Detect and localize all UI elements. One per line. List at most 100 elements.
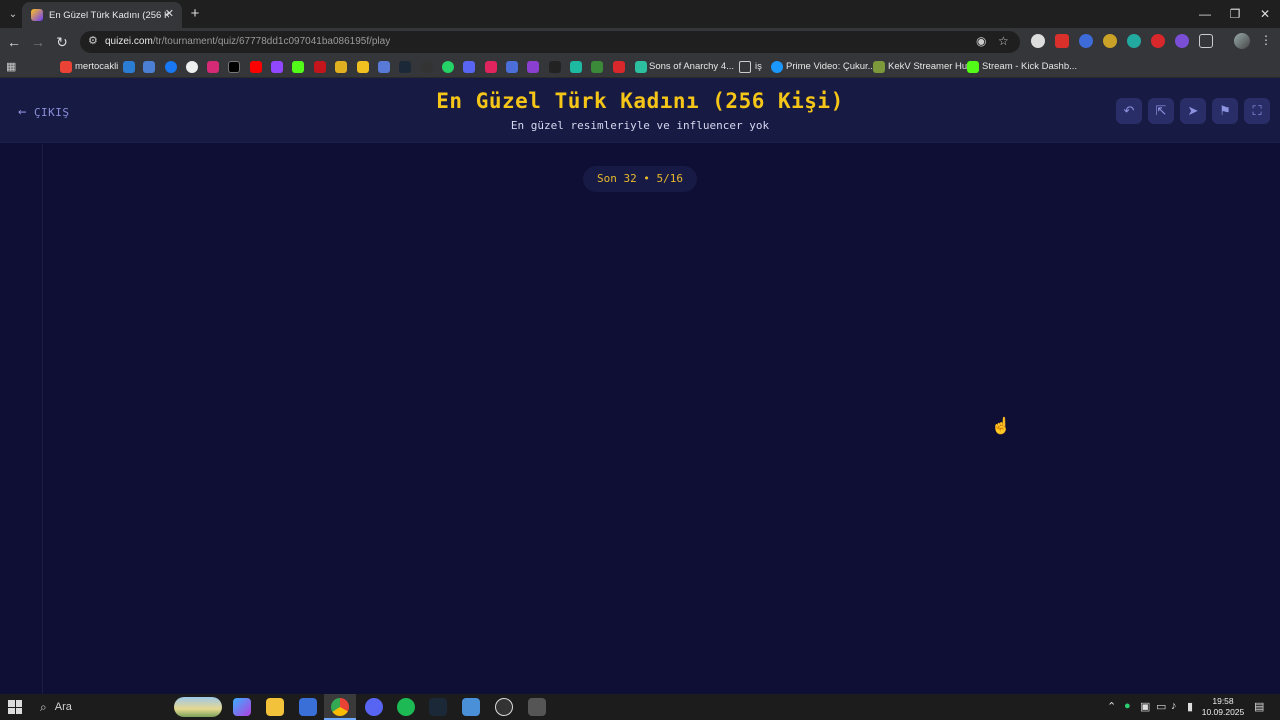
kick-bookmark-icon[interactable] [967,61,979,73]
windows-start-icon[interactable] [8,700,22,714]
mouse-cursor-icon: ☝ [991,418,1011,435]
profile-avatar[interactable] [1234,33,1250,49]
browser-tab[interactable]: En Güzel Türk Kadını (256 Kişi) ✕ [22,2,182,28]
google-bookmark-icon[interactable] [186,61,198,73]
bookmark-icon[interactable] [591,61,603,73]
youtube-bookmark-icon[interactable] [250,61,262,73]
bookmark-icon[interactable] [527,61,539,73]
forward-icon[interactable]: → [28,32,48,52]
app-icon[interactable] [495,698,513,716]
extension-icon[interactable] [1175,34,1189,48]
extension-icon[interactable] [1079,34,1093,48]
extension-icon[interactable] [1103,34,1117,48]
bookmark-kekv[interactable]: KekV Streamer Hub [888,61,972,72]
tab-search-chevron-icon[interactable]: ⌄ [4,5,22,23]
clock-time: 19:58 [1212,696,1234,706]
browser-tab-bar: ⌄ En Güzel Türk Kadını (256 Kişi) ✕ + — … [0,0,1280,28]
bookmark-icon[interactable] [549,61,561,73]
search-label: Ara [54,701,72,713]
calculator-icon[interactable] [299,698,317,716]
restore-icon[interactable]: ❐ [1220,4,1250,24]
tray-status-icon[interactable]: ● [1124,700,1131,712]
discord-icon[interactable] [365,698,383,716]
tray-app-icon[interactable]: ▣ [1140,700,1150,713]
quiz-subtitle: En güzel resimleriyle ve influencer yok [510,119,770,132]
bookmark-icon[interactable] [570,61,582,73]
quiz-title: En Güzel Türk Kadını (256 Kişi) [436,89,844,113]
window-close-icon[interactable]: ✕ [1250,4,1280,24]
adblock-extension-icon[interactable] [1055,34,1069,48]
extension-icon[interactable] [1031,34,1045,48]
app-icon[interactable] [462,698,480,716]
quiz-header: ← ÇIKIŞ En Güzel Türk Kadını (256 Kişi) … [0,78,1280,143]
bookmark-prime-video[interactable]: Prime Video: Çukur... [786,61,876,72]
quizei-favicon-icon [31,9,43,21]
twitch-bookmark-icon[interactable] [271,61,283,73]
spotify-icon[interactable] [397,698,415,716]
microphone-icon[interactable]: ▮ [1187,700,1193,713]
steam-bookmark-icon[interactable] [399,61,411,73]
chrome-taskbar-active[interactable] [324,694,356,720]
extensions-puzzle-icon[interactable] [1199,34,1213,48]
file-explorer-icon[interactable] [266,698,284,716]
tab-title: En Güzel Türk Kadını (256 Kişi) [49,9,169,21]
instagram-bookmark-icon[interactable] [207,61,219,73]
reload-icon[interactable]: ↻ [52,32,72,52]
bookmark-star-icon[interactable]: ☆ [998,34,1009,48]
kekv-bookmark-icon[interactable] [873,61,885,73]
bookmark-icon[interactable] [613,61,625,73]
outlook-bookmark-icon[interactable] [123,61,135,73]
bookmark-icon[interactable] [506,61,518,73]
bookmark-mertocakli[interactable]: mertocakli [75,61,118,72]
tray-chevron-icon[interactable]: ⌃ [1107,700,1116,713]
notifications-icon[interactable]: ▤ [1254,700,1264,713]
bookmark-icon[interactable] [314,61,326,73]
folder-icon[interactable] [739,61,751,73]
network-icon[interactable]: ▭ [1156,700,1166,713]
windows-taskbar: ⌕ Ara ⌃ ● ▣ ▭ ♪ ▮ 19:58 10.09.2025 ▤ [0,694,1280,720]
address-bar[interactable]: ⚙ quizei.com/tr/tournament/quiz/67778dd1… [80,31,1020,53]
bookmark-icon[interactable] [378,61,390,73]
copilot-app-icon[interactable] [233,698,251,716]
steam-icon[interactable] [429,698,447,716]
new-tab-icon[interactable]: + [186,5,204,23]
share-button[interactable]: ⇱ [1148,98,1174,124]
bookmark-icon[interactable] [463,61,475,73]
bookmark-icon[interactable] [635,61,647,73]
gmail-bookmark-icon[interactable] [60,61,72,73]
bookmark-icon[interactable] [143,61,155,73]
close-tab-icon[interactable]: ✕ [165,7,174,20]
undo-button[interactable]: ↶ [1116,98,1142,124]
taskbar-clock[interactable]: 19:58 10.09.2025 [1200,696,1246,718]
back-icon[interactable]: ← [4,32,24,52]
kick-bookmark-icon[interactable] [292,61,304,73]
bookmark-icon[interactable] [485,61,497,73]
round-indicator: Son 32 • 5/16 [583,166,697,192]
share-icon: ⇱ [1155,103,1167,118]
bookmark-icon[interactable] [335,61,347,73]
x-bookmark-icon[interactable] [228,61,240,73]
facebook-bookmark-icon[interactable] [165,61,177,73]
prime-video-bookmark-icon[interactable] [771,61,783,73]
github-bookmark-icon[interactable] [421,61,433,73]
send-button[interactable]: ➤ [1180,98,1206,124]
minimize-icon[interactable]: — [1190,4,1220,24]
fullscreen-button[interactable]: ⛶ [1244,98,1270,124]
bookmark-icon[interactable] [357,61,369,73]
bookmark-kick-dashboard[interactable]: Stream - Kick Dashb... [982,61,1077,72]
bookmark-folder-is[interactable]: iş [755,61,762,72]
app-icon[interactable] [528,698,546,716]
whatsapp-bookmark-icon[interactable] [442,61,454,73]
extension-icon[interactable] [1127,34,1141,48]
taskbar-search[interactable]: ⌕ Ara [32,696,224,718]
report-button[interactable]: ⚑ [1212,98,1238,124]
url-text[interactable]: quizei.com/tr/tournament/quiz/67778dd1c0… [105,36,390,47]
apps-grid-icon[interactable]: ▦ [6,60,16,73]
volume-icon[interactable]: ♪ [1171,700,1177,712]
chrome-icon [331,698,349,716]
site-info-icon[interactable]: ⚙ [88,34,98,47]
bookmark-sons-of-anarchy[interactable]: Sons of Anarchy 4... [649,61,734,72]
extension-icon[interactable] [1151,34,1165,48]
eye-off-icon[interactable]: ◉ [976,34,986,48]
more-menu-icon[interactable]: ⋮ [1260,33,1272,47]
